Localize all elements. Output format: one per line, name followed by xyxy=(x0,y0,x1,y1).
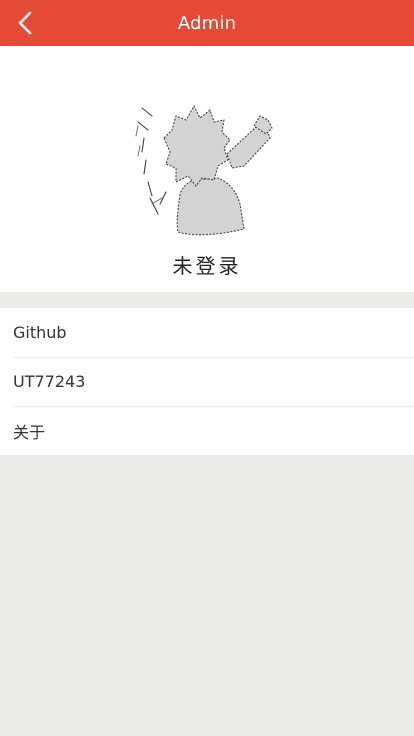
back-button[interactable] xyxy=(8,6,42,40)
chevron-left-icon xyxy=(18,11,32,35)
page-title: Admin xyxy=(177,12,237,34)
menu-item-label: 关于 xyxy=(13,422,46,442)
menu-list: Github UT77243 关于 xyxy=(0,308,414,455)
menu-item-about[interactable]: 关于 xyxy=(0,406,414,455)
profile-section: 未登录 xyxy=(0,46,414,292)
menu-item-github[interactable]: Github xyxy=(0,308,414,357)
avatar[interactable] xyxy=(132,86,282,236)
menu-item-label: UT77243 xyxy=(13,372,86,391)
menu-item-account[interactable]: UT77243 xyxy=(0,357,414,406)
login-status: 未登录 xyxy=(172,254,242,278)
anime-silhouette-avatar-icon xyxy=(135,104,273,236)
top-navbar: Admin xyxy=(0,0,414,46)
menu-item-label: Github xyxy=(13,323,67,342)
